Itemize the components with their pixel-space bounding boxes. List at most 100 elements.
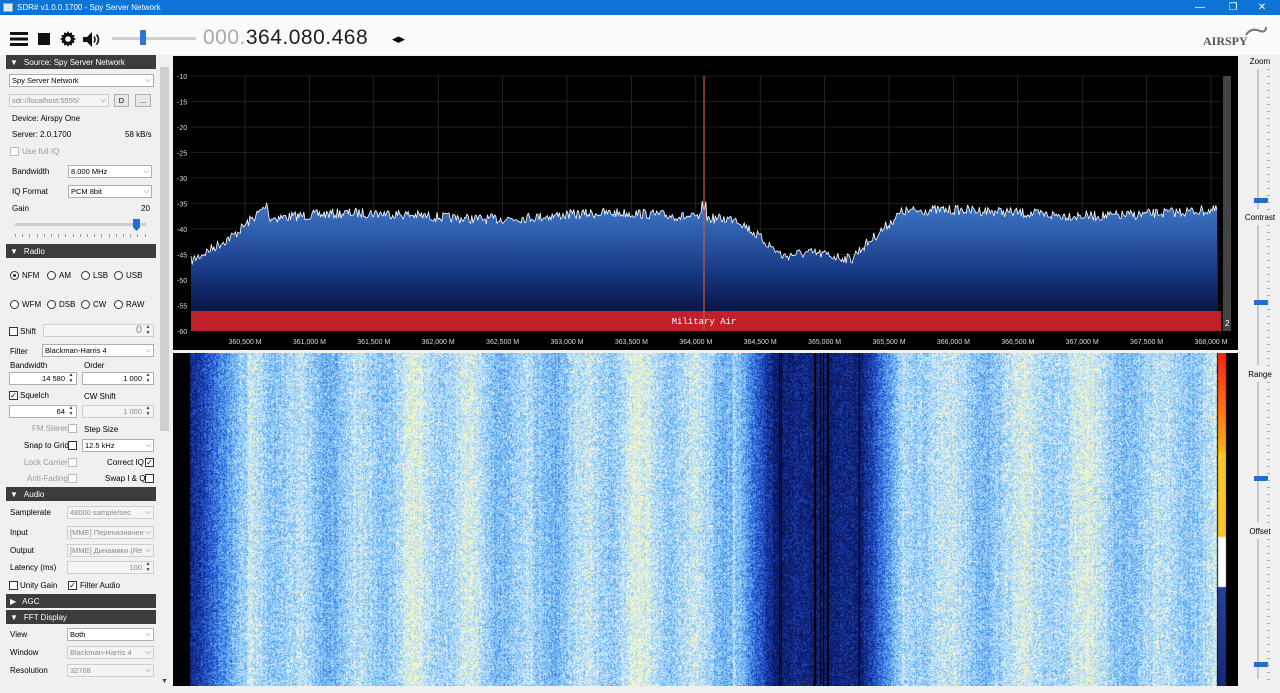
slider-tick [1267,253,1270,254]
range-slider-thumb[interactable] [1254,476,1268,481]
fft-display-section-header[interactable]: ▼ FFT Display [6,610,156,624]
frequency-display[interactable]: 000.364.080.468 [203,25,368,51]
mode-lsb-radio[interactable] [81,271,90,280]
squelch-checkbox[interactable]: ✓ [9,391,18,400]
offset-slider-thumb[interactable] [1254,662,1268,667]
mode-wfm-radio[interactable] [10,300,19,309]
slider-tick [1267,574,1270,575]
spin-arrows-icon[interactable]: ▲ ▼ [144,324,152,336]
slider-tick [1267,246,1270,247]
order-input[interactable]: 1 000 ▲ ▼ [82,372,154,385]
filter-audio-checkbox[interactable]: ✓ [68,581,77,590]
resolution-select[interactable]: 32768 ⌵ [67,664,154,677]
fm-stereo-checkbox[interactable] [68,424,77,433]
audio-output-select[interactable]: [MME] Динамики (Re ⌵ [67,544,154,557]
spin-arrows-icon[interactable]: ▲ ▼ [67,372,75,384]
x-tick-label: 367,000 M [1066,339,1099,346]
source-type-select[interactable]: Spy Server Network ⌵ [9,74,154,87]
mode-am-radio[interactable] [47,271,56,280]
filter-select[interactable]: Blackman-Harris 4 ⌵ [42,344,154,357]
slider-tick [1267,522,1270,523]
slider-tick [1267,288,1270,289]
spin-arrows-icon[interactable]: ▲ ▼ [144,561,152,573]
y-tick-label: -20 [177,125,187,132]
audio-input-select[interactable]: [MME] Переназначен ⌵ [67,526,154,539]
gain-tick [65,234,67,237]
spin-arrows-icon[interactable]: ▲ ▼ [144,372,152,384]
menu-icon[interactable] [10,31,28,47]
chevron-down-icon: ⌵ [145,667,151,674]
iq-format-select[interactable]: PCM 8bit ⌵ [68,185,152,198]
slider-tick [1267,365,1270,366]
range-slider[interactable] [1257,382,1259,522]
stop-icon[interactable] [37,31,50,47]
radio-section-header[interactable]: ▼ Radio [6,244,156,258]
mode-raw-radio[interactable] [114,300,123,309]
app-icon [3,3,13,12]
lock-carrier-checkbox[interactable] [68,458,77,467]
latency-input[interactable]: 100 ▲ ▼ [67,561,154,574]
agc-section-header[interactable]: ▶ AGC [6,594,156,608]
step-size-select[interactable]: 12.5 kHz ⌵ [82,439,154,452]
zoom-slider-thumb[interactable] [1254,198,1268,203]
unity-gain-label: Unity Gain [20,581,58,590]
samplerate-select[interactable]: 48000 sample/sec ⌵ [67,506,154,519]
slider-tick [1267,417,1270,418]
contrast-slider[interactable] [1257,225,1259,365]
slider-tick [1267,274,1270,275]
waterfall-display[interactable] [173,353,1238,686]
frequency-value[interactable]: 364.080.468 [246,26,368,49]
mode-dsb-radio[interactable] [47,300,56,309]
gain-slider[interactable] [15,223,146,226]
disconnect-button[interactable]: D [114,94,129,107]
frequency-step-arrows[interactable]: ◂▸ [392,31,405,47]
cw-shift-input[interactable]: 1 000 ▲ ▼ [82,405,154,418]
correct-iq-checkbox[interactable]: ✓ [145,458,154,467]
gear-icon[interactable] [59,31,76,47]
source-section-header[interactable]: ▼ Source: Spy Server Network [6,55,156,69]
offset-slider[interactable] [1257,539,1259,679]
spectrum-scrollbar[interactable] [1223,76,1231,331]
mode-usb-radio[interactable] [114,271,123,280]
anti-fading-checkbox[interactable] [68,474,77,483]
slider-tick [1267,302,1270,303]
radio-bandwidth-input[interactable]: 14 580 ▲ ▼ [9,372,77,385]
squelch-input[interactable]: 64 ▲ ▼ [9,405,77,418]
slider-tick [1267,501,1270,502]
shift-input[interactable]: 0 ▲ ▼ [43,324,154,337]
spin-arrows-icon[interactable]: ▲ ▼ [144,405,152,417]
panel-scrollbar[interactable] [160,67,169,431]
mode-cw-label: CW [93,300,107,309]
volume-slider[interactable] [112,37,196,40]
mode-wfm-label: WFM [22,300,42,309]
gain-tick [72,234,74,237]
window-select[interactable]: Blackman-Harris 4 ⌵ [67,646,154,659]
slider-tick [1267,637,1270,638]
view-label: View [10,630,28,639]
source-bandwidth-select[interactable]: 8.000 MHz ⌵ [68,165,152,178]
slider-tick [1267,132,1270,133]
source-uri-select[interactable]: sdr://localhost:5555/⌵ [9,94,109,107]
use-full-iq-checkbox[interactable] [10,147,19,156]
gain-slider-thumb[interactable] [133,219,140,231]
toolbar [0,15,1280,55]
unity-gain-checkbox[interactable] [9,581,18,590]
volume-slider-thumb[interactable] [140,30,146,45]
spin-arrows-icon[interactable]: ▲ ▼ [67,405,75,417]
spectrum-display[interactable]: Military Air 2 -10-15-20-25-30-35-40-45-… [173,56,1238,350]
zoom-slider[interactable] [1257,69,1259,209]
audio-section-header[interactable]: ▼ Audio [6,487,156,501]
close-button[interactable]: ✕ [1242,0,1280,15]
more-button[interactable]: ... [135,94,151,107]
view-select[interactable]: Both ⌵ [67,628,154,641]
slider-tick [1267,623,1270,624]
shift-checkbox[interactable] [9,327,18,336]
mode-cw-radio[interactable] [81,300,90,309]
slider-tick [1267,630,1270,631]
snap-to-grid-checkbox[interactable] [68,441,77,450]
speaker-icon[interactable] [82,31,102,47]
mode-nfm-radio[interactable] [10,271,19,280]
swap-iq-checkbox[interactable] [145,474,154,483]
scroll-down-icon[interactable]: ▼ [161,678,168,685]
contrast-slider-thumb[interactable] [1254,300,1268,305]
